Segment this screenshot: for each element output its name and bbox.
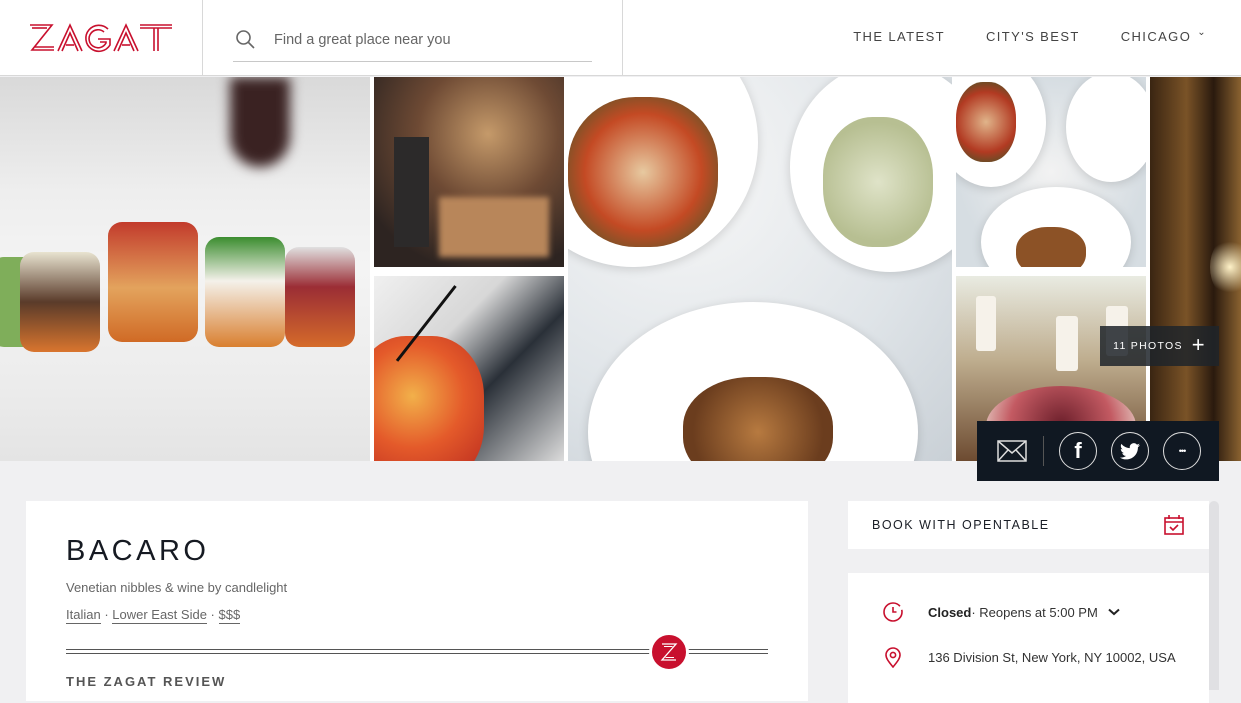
neighborhood-link[interactable]: Lower East Side [112,607,207,624]
sidebar-scrollbar[interactable] [1209,501,1219,690]
book-opentable-button[interactable]: BOOK WITH OPENTABLE [848,501,1209,549]
restaurant-card: BACARO Venetian nibbles & wine by candle… [26,501,808,701]
chevron-down-icon[interactable] [1108,608,1120,616]
more-share-button[interactable]: ••• [1163,432,1201,470]
restaurant-tagline: Venetian nibbles & wine by candlelight [66,580,288,595]
food-shape [956,82,1016,162]
table-shape [439,197,549,257]
restaurant-name: BACARO [66,535,210,567]
separator: · [100,607,113,622]
nav-the-latest[interactable]: THE LATEST [853,29,945,44]
address-text: 136 Division St, New York, NY 10002, USA [928,649,1176,665]
doorway-shape [394,137,429,247]
twitter-icon [1120,442,1140,459]
search-input[interactable] [274,31,574,48]
photo-gallery: 11 PHOTOS + [0,77,1241,461]
nav-label: THE LATEST [853,29,945,44]
gallery-photo-2[interactable] [374,77,564,267]
clock-icon [883,602,903,622]
search-bar[interactable] [233,18,592,62]
food-shape [285,247,355,347]
light-glow [1210,237,1241,297]
plate-shape [1066,77,1146,182]
gallery-photo-5[interactable] [956,77,1146,267]
view-all-photos-button[interactable]: 11 PHOTOS + [1100,326,1219,366]
mail-icon[interactable] [997,440,1027,462]
zagat-logo-icon [30,23,172,53]
restaurant-meta: Italian · Lower East Side · $$$ [66,607,241,624]
restaurant-info-panel: Closed · Reopens at 5:00 PM 136 Division… [848,573,1209,703]
zagat-logo[interactable] [0,0,203,76]
nav-label: CITY'S BEST [986,29,1080,44]
more-icon: ••• [1178,446,1187,456]
gallery-photo-1[interactable] [0,77,370,461]
cocktail-shape [374,336,484,461]
book-label: BOOK WITH OPENTABLE [872,518,1050,532]
food-shape [108,222,198,342]
plus-icon: + [1191,332,1206,357]
candle-shape [976,296,996,351]
zagat-z-icon [660,643,678,661]
cuisine-link[interactable]: Italian [66,607,101,624]
reopen-time: · Reopens at 5:00 PM [971,604,1098,620]
candle-shape [1056,316,1078,371]
price-link[interactable]: $$$ [218,607,241,624]
food-shape [20,252,100,352]
zagat-review-heading: THE ZAGAT REVIEW [66,674,227,689]
gallery-photo-7[interactable] [1150,77,1241,461]
food-shape [205,237,285,347]
separator: · [206,607,219,622]
zagat-z-badge [649,632,689,672]
photo-count-label: 11 PHOTOS [1113,340,1183,352]
main-nav: THE LATEST CITY'S BEST CHICAGO ⌄ [853,27,1207,44]
facebook-icon: f [1074,438,1082,463]
header-divider [622,0,623,76]
hours-row[interactable]: Closed · Reopens at 5:00 PM [882,601,1120,623]
share-bar: f ••• [977,421,1219,481]
twitter-share-button[interactable] [1111,432,1149,470]
facebook-share-button[interactable]: f [1059,432,1097,470]
nav-label: CHICAGO [1120,29,1192,44]
nav-city-selector[interactable]: CHICAGO ⌄ [1120,27,1207,44]
open-status: Closed [928,604,972,620]
search-icon [236,29,255,49]
food-shape [683,377,833,461]
food-shape [568,97,718,247]
food-shape [1016,227,1086,267]
share-divider [1043,436,1044,466]
chevron-down-icon: ⌄ [1197,27,1207,38]
location-pin-icon [885,647,901,668]
gallery-photo-4[interactable] [568,77,952,461]
food-shape [823,117,933,247]
calendar-check-icon [1164,515,1184,535]
bottle-shape [230,77,290,167]
nav-citys-best[interactable]: CITY'S BEST [986,29,1080,44]
address-row[interactable]: 136 Division St, New York, NY 10002, USA [882,646,1176,668]
gallery-photo-3[interactable] [374,276,564,461]
site-header: THE LATEST CITY'S BEST CHICAGO ⌄ [0,0,1241,76]
